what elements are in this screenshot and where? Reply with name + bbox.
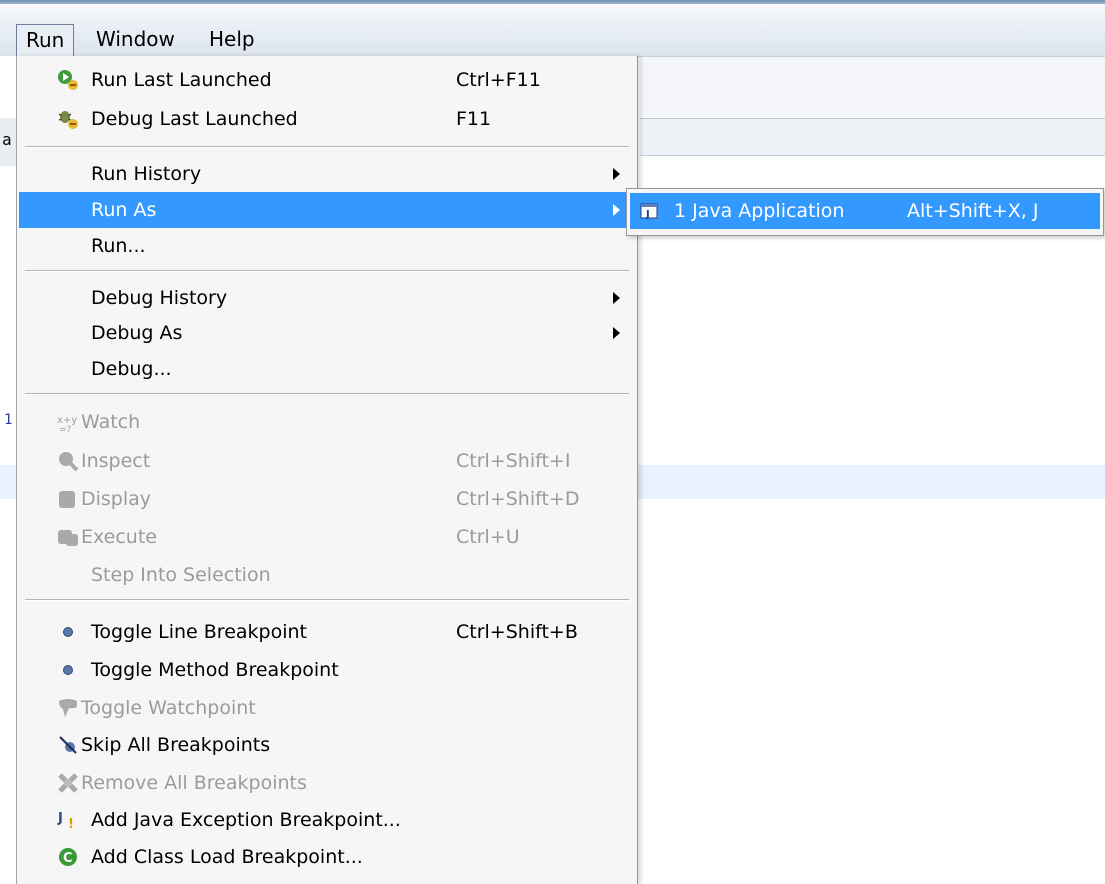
menu-item-run-history[interactable]: Run History: [19, 156, 635, 192]
menu-item-run-last-launched[interactable]: Run Last Launched Ctrl+F11: [19, 62, 635, 98]
menu-item-label: Toggle Watchpoint: [81, 697, 256, 719]
breakpoint-dot-icon: [57, 621, 79, 643]
menu-item-shortcut: Ctrl+Shift+B: [456, 621, 578, 643]
submenu-arrow-icon: [613, 204, 620, 216]
menu-item-display: Display Ctrl+Shift+D: [19, 481, 635, 517]
menu-help[interactable]: Help: [200, 23, 264, 56]
menu-item-shortcut: Ctrl+U: [456, 526, 520, 548]
menu-separator: [25, 393, 629, 395]
menu-item-shortcut: Ctrl+F11: [456, 69, 541, 91]
menu-item-debug-last-launched[interactable]: Debug Last Launched F11: [19, 101, 635, 137]
run-as-submenu: J 1 Java Application Alt+Shift+X, J: [626, 188, 1104, 236]
menu-item-toggle-method-breakpoint[interactable]: Toggle Method Breakpoint: [19, 652, 635, 688]
menu-item-debug-as[interactable]: Debug As: [19, 315, 635, 351]
menu-item-label: Toggle Method Breakpoint: [91, 659, 339, 681]
submenu-item-label: 1 Java Application: [674, 200, 845, 222]
breakpoint-dot-icon: [57, 659, 79, 681]
svg-text:!: !: [68, 817, 74, 831]
execute-icon: [57, 526, 79, 548]
run-menu: Run Last Launched Ctrl+F11 Debug Last La…: [16, 56, 638, 884]
debug-last-icon: [57, 108, 79, 130]
menu-item-label: Watch: [81, 411, 141, 433]
menu-item-label: Add Class Load Breakpoint...: [91, 846, 363, 868]
watchpoint-icon: [57, 697, 79, 719]
svg-text:C: C: [63, 851, 73, 866]
inspect-icon: [57, 450, 79, 472]
submenu-arrow-icon: [613, 327, 620, 339]
menu-run[interactable]: Run: [16, 24, 75, 57]
menu-item-inspect: Inspect Ctrl+Shift+I: [19, 443, 635, 479]
skip-breakpoints-icon: [57, 734, 79, 756]
run-last-icon: [57, 69, 79, 91]
svg-text:=?: =?: [59, 425, 72, 433]
svg-text:J: J: [645, 209, 650, 220]
menu-item-shortcut: Ctrl+Shift+D: [456, 488, 580, 510]
menu-item-execute: Execute Ctrl+U: [19, 519, 635, 555]
remove-breakpoints-icon: [57, 772, 79, 794]
display-icon: [57, 488, 79, 510]
menu-item-label: Remove All Breakpoints: [81, 772, 307, 794]
menu-item-label: Debug...: [91, 358, 172, 380]
menu-item-debug-history[interactable]: Debug History: [19, 280, 635, 316]
menu-item-shortcut: Ctrl+Shift+I: [456, 450, 571, 472]
menu-item-add-class-load-breakpoint[interactable]: C Add Class Load Breakpoint...: [19, 839, 635, 875]
menu-item-watch: x+y =? Watch: [19, 404, 635, 440]
menu-item-label: Display: [81, 488, 152, 510]
menu-item-shortcut: F11: [456, 108, 492, 130]
menu-item-label: Skip All Breakpoints: [81, 734, 271, 756]
menu-item-label: Run Last Launched: [91, 69, 272, 91]
menu-separator: [25, 599, 629, 601]
submenu-arrow-icon: [613, 292, 620, 304]
gutter-glyph: a: [2, 130, 12, 149]
java-application-icon: J: [640, 202, 658, 220]
menu-item-debug[interactable]: Debug...: [19, 351, 635, 387]
submenu-arrow-icon: [613, 168, 620, 180]
menu-item-run[interactable]: Run...: [19, 228, 635, 264]
menu-item-label: Execute: [81, 526, 157, 548]
menu-separator: [25, 146, 629, 148]
menu-item-remove-all-breakpoints: Remove All Breakpoints: [19, 765, 635, 801]
menu-item-label: Run History: [91, 163, 202, 185]
menu-item-step-into-selection: Step Into Selection: [19, 557, 635, 593]
menu-item-label: Inspect: [81, 450, 151, 472]
menu-item-label: Debug As: [91, 322, 183, 344]
menu-item-label: Run...: [91, 235, 146, 257]
toolbar-area: [640, 57, 1105, 117]
menu-item-label: Debug History: [91, 287, 228, 309]
menu-item-run-as[interactable]: Run As: [19, 192, 635, 228]
menu-item-add-java-exception-breakpoint[interactable]: J! Add Java Exception Breakpoint...: [19, 802, 635, 838]
menu-item-label: Debug Last Launched: [91, 108, 298, 130]
submenu-item-shortcut: Alt+Shift+X, J: [907, 200, 1039, 222]
menu-item-label: Add Java Exception Breakpoint...: [91, 809, 401, 831]
menu-item-label: Run As: [91, 199, 157, 221]
class-load-icon: C: [57, 846, 79, 868]
java-exception-icon: J!: [57, 809, 79, 832]
watch-expression-icon: x+y =?: [57, 411, 79, 435]
menu-item-label: Step Into Selection: [91, 564, 271, 586]
menu-item-label: Toggle Line Breakpoint: [91, 621, 307, 643]
gutter-glyph: 1: [4, 412, 13, 428]
menu-item-skip-all-breakpoints[interactable]: Skip All Breakpoints: [19, 727, 635, 763]
menu-separator: [25, 270, 629, 272]
editor-tab-strip: [640, 119, 1105, 156]
svg-text:J: J: [57, 811, 63, 826]
submenu-item-java-application[interactable]: J 1 Java Application Alt+Shift+X, J: [630, 193, 1100, 229]
menu-window[interactable]: Window: [87, 23, 184, 56]
menu-item-toggle-watchpoint: Toggle Watchpoint: [19, 690, 635, 726]
menu-bar: Run Window Help: [0, 4, 1105, 57]
menu-item-toggle-line-breakpoint[interactable]: Toggle Line Breakpoint Ctrl+Shift+B: [19, 614, 635, 650]
